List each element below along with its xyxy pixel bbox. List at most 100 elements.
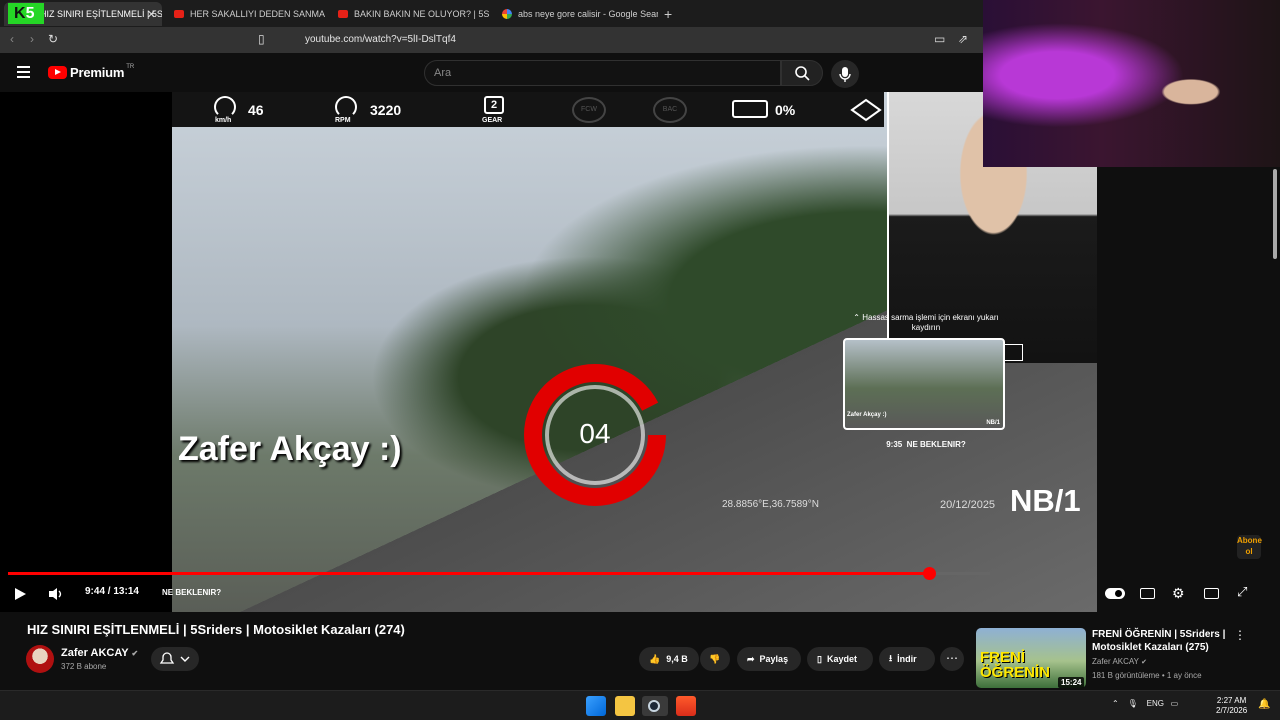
dashcam-hud: 46 km/h 3220 RPM 2 GEAR FCW BAC 0%: [172, 92, 884, 127]
channel-avatar[interactable]: [26, 645, 54, 673]
recommendation-thumbnail-text: FRENİ ÖĞRENİN: [980, 649, 1051, 681]
streamer-webcam: [983, 0, 1280, 167]
microphone-icon: [839, 67, 851, 82]
steam-icon[interactable]: [642, 696, 668, 716]
tab[interactable]: HER SAKALLIYI DEDEN SANMA | 5Sri: [168, 2, 326, 26]
windows-taskbar: ⌃ 🎙 ENG ▭ 2:27 AM 2/7/2026 🔔: [0, 690, 1280, 720]
stream-logo: K5: [8, 3, 44, 24]
search-input[interactable]: Ara: [424, 60, 781, 86]
microphone-icon: 🎙: [1127, 699, 1138, 708]
language-indicator: ENG: [1146, 699, 1164, 708]
tab-title: BAKIN BAKIN NE OLUYOR? | 5Sriders: [354, 9, 490, 19]
notification-icon[interactable]: 🔔: [1258, 699, 1270, 710]
fullscreen-icon[interactable]: ⤢: [1237, 584, 1247, 600]
subtitles-icon[interactable]: [1140, 588, 1155, 599]
share-icon[interactable]: ⇗: [958, 32, 968, 46]
menu-icon[interactable]: [17, 66, 30, 78]
volume-icon[interactable]: [48, 587, 64, 601]
tab[interactable]: BAKIN BAKIN NE OLUYOR? | 5Sriders: [332, 2, 490, 26]
video-caption: Zafer Akçay :): [178, 430, 402, 468]
close-tab-icon[interactable]: ✕: [147, 8, 156, 21]
voice-search-button[interactable]: [831, 60, 859, 88]
tab-title: abs neye gore calisir - Google Search: [518, 9, 658, 19]
gps-coordinates: 28.8856°E,36.7589°N: [722, 499, 819, 510]
youtube-favicon-icon: [338, 10, 348, 18]
more-actions-icon[interactable]: ⋯: [940, 647, 964, 671]
browser-tab-bar: HIZ SINIRI EŞİTLENMELİ | 5Sriders ✕ HER …: [0, 0, 983, 27]
youtube-header: Premium TR Ara: [0, 53, 983, 92]
hud-speed-unit: km/h: [215, 117, 232, 124]
seek-preview-thumbnail: Zafer Akçay :) NB/1: [843, 338, 1005, 430]
hud-fcw: FCW: [572, 97, 606, 123]
address-bar: ‹ › ↻ ▯ youtube.com/watch?v=5lI-DslTqf4 …: [0, 27, 983, 53]
miniplayer-icon[interactable]: [1204, 588, 1219, 599]
dislike-button[interactable]: 👎: [700, 647, 730, 671]
tab[interactable]: abs neye gore calisir - Google Search: [496, 2, 658, 26]
channel-name[interactable]: Zafer AKCAY ✔: [61, 647, 138, 659]
bookmark-icon[interactable]: ▯: [258, 32, 265, 46]
search-icon: [795, 66, 810, 81]
new-tab-icon[interactable]: +: [664, 6, 672, 22]
recommendation-menu-icon[interactable]: ⋮: [1234, 628, 1246, 642]
reload-icon[interactable]: ↻: [48, 32, 58, 46]
cast-icon[interactable]: ▭: [934, 32, 945, 46]
autoplay-toggle[interactable]: [1105, 588, 1125, 599]
subscribe-watermark[interactable]: Abone ol: [1237, 535, 1262, 559]
search-button[interactable]: [781, 60, 823, 86]
progress-fill: [8, 572, 930, 575]
youtube-logo[interactable]: Premium TR: [48, 64, 134, 80]
seek-preview-time: 9:35 NE BEKLENIR?: [886, 440, 966, 449]
video-title: HIZ SINIRI EŞİTLENMELİ | 5Sriders | Moto…: [27, 622, 405, 637]
countdown-number: 04: [579, 418, 611, 449]
progress-bar[interactable]: [8, 567, 990, 580]
file-explorer-icon[interactable]: [615, 696, 635, 716]
recommendation-duration: 15:24: [1058, 677, 1085, 688]
forward-icon[interactable]: ›: [30, 32, 34, 46]
youtube-favicon-icon: [174, 10, 184, 18]
battery-icon: [732, 100, 768, 118]
save-icon: ▯: [817, 653, 822, 664]
back-icon[interactable]: ‹: [10, 32, 14, 46]
hud-rpm-label: RPM: [335, 117, 351, 124]
hud-gear-label: GEAR: [482, 117, 503, 124]
compass-icon: [850, 98, 882, 122]
network-icon: ▭: [1170, 699, 1179, 708]
hud-speed: 46: [248, 102, 264, 118]
scrollbar-thumb[interactable]: [1273, 169, 1277, 259]
chapter-title[interactable]: NE BEKLENIR?: [162, 588, 221, 597]
download-button[interactable]: ⭳ İndir: [879, 647, 935, 671]
windows-start-icon[interactable]: [586, 696, 606, 716]
play-icon[interactable]: [15, 588, 26, 600]
save-button[interactable]: ▯ Kaydet: [807, 647, 873, 671]
like-button[interactable]: 👍 9,4 B: [639, 647, 699, 671]
hud-bac: BAC: [653, 97, 687, 123]
video-watermark: NB/1: [1010, 483, 1081, 518]
system-tray[interactable]: ⌃ 🎙 ENG ▭: [1112, 699, 1178, 708]
settings-icon[interactable]: ⚙: [1172, 585, 1185, 602]
url-field[interactable]: youtube.com/watch?v=5lI-DslTqf4: [280, 31, 900, 49]
recommendation-channel[interactable]: Zafer AKCAY ✔: [1092, 657, 1147, 666]
speedometer-icon: [214, 96, 236, 118]
youtube-play-icon: [48, 66, 67, 79]
seek-hint: ⌃ Hassas sarma işlemi için ekranı yukarı…: [853, 313, 999, 332]
hud-gear: 2: [484, 96, 504, 114]
notification-bell-button[interactable]: [151, 647, 199, 671]
thumbs-up-icon: 👍: [649, 653, 661, 664]
recommendation-meta: 181 B görüntüleme • 1 ay önce: [1092, 671, 1202, 680]
verified-icon: ✔: [1141, 659, 1147, 666]
recommendation-title[interactable]: FRENİ ÖĞRENİN | 5Sriders | Motosiklet Ka…: [1092, 628, 1232, 654]
video-date: 20/12/2025: [940, 499, 996, 511]
hud-rpm: 3220: [370, 102, 402, 118]
google-favicon-icon: [502, 9, 512, 19]
time-display: 9:44 / 13:14: [85, 586, 139, 597]
tab-title: HER SAKALLIYI DEDEN SANMA | 5Sri: [190, 9, 326, 19]
thumbs-down-icon: 👎: [709, 653, 721, 664]
page-scrollbar[interactable]: [1270, 167, 1280, 687]
brave-browser-icon[interactable]: [676, 696, 696, 716]
share-arrow-icon: ➦: [747, 653, 755, 664]
share-button[interactable]: ➦ Paylaş: [737, 647, 801, 671]
tab-title: HIZ SINIRI EŞİTLENMELİ | 5Sriders: [40, 9, 162, 19]
chevron-up-icon: ⌃: [1112, 699, 1119, 708]
system-clock[interactable]: 2:27 AM 2/7/2026: [1216, 696, 1247, 716]
subscriber-count: 372 B abone: [61, 662, 107, 671]
